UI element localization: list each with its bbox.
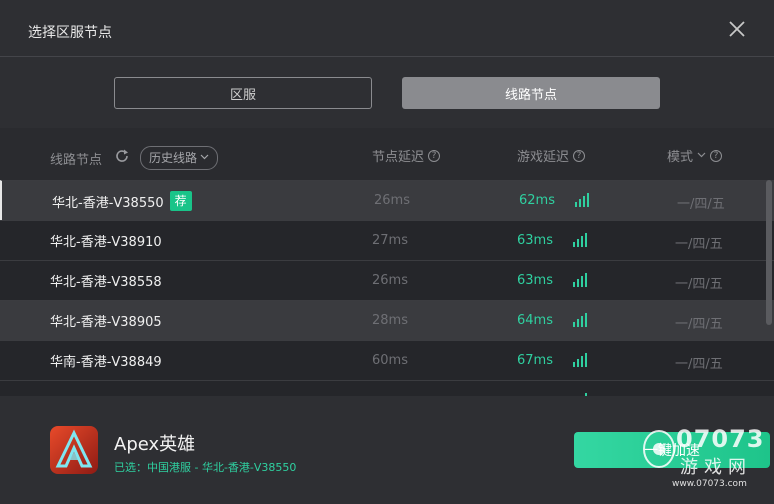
dialog-title: 选择区服节点 (28, 25, 112, 41)
game-ping: 63ms (517, 273, 553, 288)
node-ping: 26ms (374, 193, 410, 208)
signal-strength-icon (575, 193, 589, 211)
table-row[interactable]: 华北-香港-V38558 26ms 63ms 一/四/五 (0, 260, 774, 300)
dialog-header: 选择区服节点 (0, 0, 774, 57)
selected-route-info: 已选：中国港服 - 华北-香港-V38550 (114, 461, 297, 474)
table-row[interactable]: 华北-香港-V38910 27ms 63ms 一/四/五 (0, 220, 774, 260)
route-name: 华北-香港-V38905 (50, 311, 162, 330)
scrollbar[interactable] (766, 180, 772, 325)
route-name: 华北-香港-V38910 (50, 231, 162, 250)
route-name: 华北-香港-V38558 (50, 271, 162, 290)
signal-strength-icon (573, 273, 587, 291)
help-icon[interactable]: ? (428, 149, 441, 162)
mode-value: 一/四/五 (677, 197, 725, 212)
node-ping: 28ms (372, 313, 408, 328)
close-icon[interactable] (726, 18, 748, 40)
tab-region[interactable]: 区服 (114, 77, 372, 109)
game-ping: 63ms (517, 233, 553, 248)
help-icon[interactable]: ? (710, 149, 723, 162)
node-ping: 60ms (372, 353, 408, 368)
route-name: 华北-香港-V38550 荐 (52, 191, 192, 211)
tab-bar: 区服 线路节点 (0, 58, 774, 128)
route-name-text: 华北-香港-V38905 (50, 315, 162, 330)
node-ping: 26ms (372, 273, 408, 288)
chevron-down-icon (200, 152, 209, 163)
table-row[interactable]: 华南-香港-V38849 60ms 67ms 一/四/五 (0, 340, 774, 380)
header-mode-label: 模式 (667, 150, 694, 165)
table-header: 线路节点 历史线路 节点延迟 ? 游戏延迟 ? 模式 ? (0, 128, 774, 180)
route-list: 华北-香港-V38550 荐 26ms 62ms 一/四/五 华北-香港-V38910 27… (0, 180, 774, 396)
game-ping: 62ms (519, 193, 555, 208)
signal-strength-icon (573, 313, 587, 331)
route-name-text: 华南-香港-V38849 (50, 355, 162, 370)
game-ping: 64ms (517, 313, 553, 328)
node-ping: 27ms (372, 233, 408, 248)
game-name: Apex英雄 (114, 434, 196, 455)
mode-value: 一/四/五 (675, 277, 723, 292)
mode-value: 一/四/五 (675, 317, 723, 332)
table-row[interactable]: 华北-香港-V38550 荐 26ms 62ms 一/四/五 (0, 180, 774, 220)
mode-value: 一/四/五 (675, 237, 723, 252)
game-ping: 67ms (517, 353, 553, 368)
chevron-down-icon (697, 150, 706, 161)
header-route: 线路节点 历史线路 (50, 146, 219, 170)
footer: Apex英雄 已选：中国港服 - 华北-香港-V38550 一键加速 (0, 396, 774, 504)
recommended-badge: 荐 (169, 191, 192, 211)
help-icon[interactable]: ? (573, 149, 586, 162)
tab-route-node[interactable]: 线路节点 (402, 77, 660, 109)
header-node-ping-label: 节点延迟 (372, 150, 425, 165)
history-routes-label: 历史线路 (149, 151, 198, 165)
header-game-ping: 游戏延迟 ? (517, 146, 586, 165)
route-name-text: 华北-香港-V38550 (52, 195, 164, 211)
refresh-icon[interactable] (114, 148, 130, 168)
header-game-ping-label: 游戏延迟 (517, 150, 570, 165)
signal-strength-icon (573, 233, 587, 251)
mode-value: 一/四/五 (675, 357, 723, 372)
route-name-text: 华北-香港-V38910 (50, 235, 162, 250)
header-node-ping: 节点延迟 ? (372, 146, 441, 165)
header-mode[interactable]: 模式 ? (667, 146, 723, 165)
accelerate-button[interactable]: 一键加速 (574, 432, 770, 468)
game-logo (50, 426, 98, 474)
region-node-dialog: 选择区服节点 区服 线路节点 线路节点 历史线路 节点延迟 ? 游戏延迟 ? 模… (0, 0, 774, 504)
header-route-label: 线路节点 (50, 152, 103, 168)
route-table: 线路节点 历史线路 节点延迟 ? 游戏延迟 ? 模式 ? 华北-香港-V3855… (0, 128, 774, 396)
table-row[interactable] (0, 380, 774, 396)
table-row[interactable]: 华北-香港-V38905 28ms 64ms 一/四/五 (0, 300, 774, 340)
route-name-text: 华北-香港-V38558 (50, 275, 162, 290)
signal-strength-icon (573, 353, 587, 371)
route-name: 华南-香港-V38849 (50, 351, 162, 370)
history-routes-button[interactable]: 历史线路 (140, 146, 219, 170)
